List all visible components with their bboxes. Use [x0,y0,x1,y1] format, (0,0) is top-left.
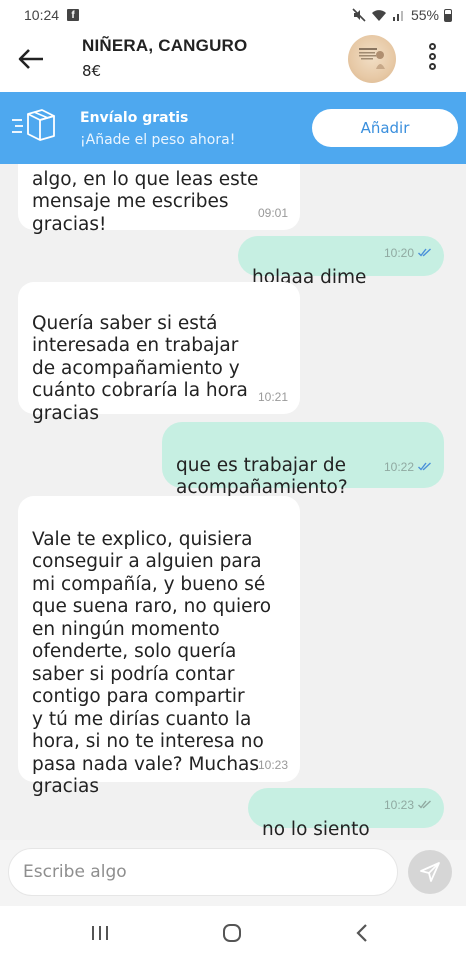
battery-percent: 55% [410,7,439,23]
system-navigation-bar [0,906,466,960]
arrow-left-icon [18,49,43,69]
home-button[interactable] [212,918,252,948]
message-timestamp: 09:01 [257,205,288,220]
item-title[interactable]: NIÑERA, CANGURO [82,36,247,56]
recent-apps-button[interactable] [80,918,120,948]
recent-apps-icon [92,926,108,940]
message-timestamp: 10:22 [383,459,414,474]
message-meta: 10:21 [258,386,288,409]
message-bubble-incoming[interactable]: Vale te explico, quisiera conseguir a al… [18,496,300,797]
battery-icon [444,8,452,22]
message-time: 09:01 [258,202,288,225]
message-text: no lo siento [262,818,370,840]
read-ticks-icon [418,248,431,257]
message-timestamp: 10:23 [257,757,288,772]
more-vertical-icon [428,43,436,50]
mute-icon [352,8,366,22]
item-avatar[interactable] [348,35,396,83]
shipping-banner: Envíalo gratis ¡Añade el peso ahora! Aña… [0,92,466,164]
message-timestamp: 10:21 [257,389,288,404]
message-bubble-incoming[interactable]: Quería saber si está interesada en traba… [18,282,300,424]
message-meta: 10:22 [384,456,432,479]
message-bubble-outgoing[interactable]: que es trabajar de acompañamiento? 10:22 [162,422,444,498]
facebook-notification-icon: f [67,9,80,21]
status-time: 10:24 [24,7,60,23]
paper-plane-icon [420,862,440,882]
more-dot [428,63,436,70]
send-button[interactable] [408,850,452,894]
status-bar: 10:24 f 55% [0,0,466,30]
back-button[interactable] [16,44,50,74]
chevron-left-icon [356,924,367,942]
shipping-title: Envíalo gratis [80,110,189,126]
shipping-subtitle: ¡Añade el peso ahora! [80,132,236,148]
message-text: Quería saber si está interesada en traba… [32,312,248,424]
message-meta: 10:23 [384,794,432,817]
message-timestamp: 10:20 [383,245,414,260]
message-bubble-outgoing[interactable]: holaaa dime 10:20 [238,236,444,288]
add-weight-button[interactable]: Añadir [312,109,458,147]
more-options-button[interactable] [420,40,444,80]
status-indicators: 55% [352,7,452,23]
wifi-icon [371,9,386,21]
package-icon [12,109,55,141]
message-composer: Escribe algo [0,840,466,906]
read-ticks-icon [418,462,431,471]
item-price: 8€ [82,62,102,80]
message-input[interactable]: Escribe algo [8,848,398,896]
message-meta: 10:20 [384,242,432,265]
sent-ticks-icon [418,800,431,809]
more-dot [428,53,436,60]
item-thumbnail-icon [359,48,385,69]
message-list[interactable]: algo, en lo que leas este mensaje me esc… [0,164,466,840]
message-bubble-outgoing[interactable]: no lo siento 10:23 [248,788,444,840]
nav-back-button[interactable] [342,918,382,948]
message-bubble-incoming[interactable]: algo, en lo que leas este mensaje me esc… [18,164,300,235]
message-timestamp: 10:23 [383,797,414,812]
message-text: algo, en lo que leas este mensaje me esc… [32,168,259,235]
signal-icon [392,11,403,21]
conversation-header: NIÑERA, CANGURO 8€ [0,30,466,92]
home-icon [223,924,241,942]
message-meta: 10:23 [258,754,288,777]
message-text: Vale te explico, quisiera conseguir a al… [32,528,272,798]
